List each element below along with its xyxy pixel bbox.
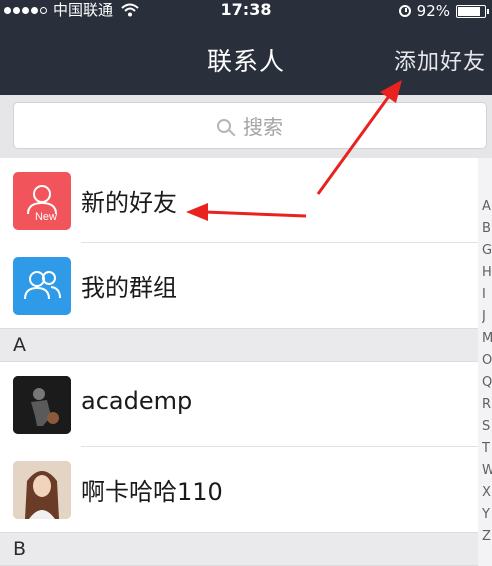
contact-item[interactable]: academp xyxy=(0,362,478,447)
search-input[interactable]: 搜索 xyxy=(13,102,487,149)
index-letter[interactable]: A xyxy=(482,196,492,218)
index-letter[interactable]: Z xyxy=(482,526,492,548)
alphabet-index[interactable]: A B G H I J M O Q R S T W X Y Z xyxy=(482,196,492,548)
new-friends-label: 新的好友 xyxy=(81,189,177,217)
contact-name: 啊卡哈哈110 xyxy=(81,478,223,506)
index-letter[interactable]: Q xyxy=(482,372,492,394)
index-letter[interactable]: B xyxy=(482,218,492,240)
index-letter[interactable]: J xyxy=(482,306,492,328)
index-letter[interactable]: X xyxy=(482,482,492,504)
index-letter[interactable]: T xyxy=(482,438,492,460)
contact-name: academp xyxy=(81,387,193,415)
index-letter[interactable]: M xyxy=(482,328,492,350)
index-letter[interactable]: S xyxy=(482,416,492,438)
index-letter[interactable]: W xyxy=(482,460,492,482)
index-letter[interactable]: H xyxy=(482,262,492,284)
index-letter[interactable]: Y xyxy=(482,504,492,526)
search-icon xyxy=(217,118,231,133)
my-groups-item[interactable]: 我的群组 xyxy=(0,243,478,328)
battery-percentage: 92% xyxy=(416,2,450,20)
my-groups-label: 我的群组 xyxy=(81,274,177,302)
status-right: 92% xyxy=(398,1,489,21)
new-friend-icon: New xyxy=(13,172,71,230)
avatar xyxy=(13,461,71,519)
section-letter: B xyxy=(13,538,27,560)
status-bar: 中国联通 17:38 92% xyxy=(0,0,492,22)
group-icon xyxy=(13,257,71,315)
battery-icon xyxy=(456,4,489,18)
index-letter[interactable]: O xyxy=(482,350,492,372)
contact-item[interactable]: 啊卡哈哈110 xyxy=(0,447,478,532)
alarm-icon xyxy=(398,5,411,17)
index-letter[interactable]: R xyxy=(482,394,492,416)
search-area: 搜索 xyxy=(0,95,492,158)
search-placeholder: 搜索 xyxy=(243,115,283,139)
index-letter[interactable]: I xyxy=(482,284,492,306)
avatar xyxy=(13,376,71,434)
new-badge: New xyxy=(35,211,57,223)
section-header-a: A xyxy=(0,328,478,362)
section-letter: A xyxy=(13,334,26,356)
index-letter[interactable]: G xyxy=(482,240,492,262)
add-friend-button[interactable]: 添加好友 xyxy=(394,44,486,76)
new-friends-item[interactable]: New 新的好友 xyxy=(0,158,478,243)
section-header-b: B xyxy=(0,532,478,566)
navigation-bar: 中国联通 17:38 92% 联系人 添加好友 xyxy=(0,0,492,95)
